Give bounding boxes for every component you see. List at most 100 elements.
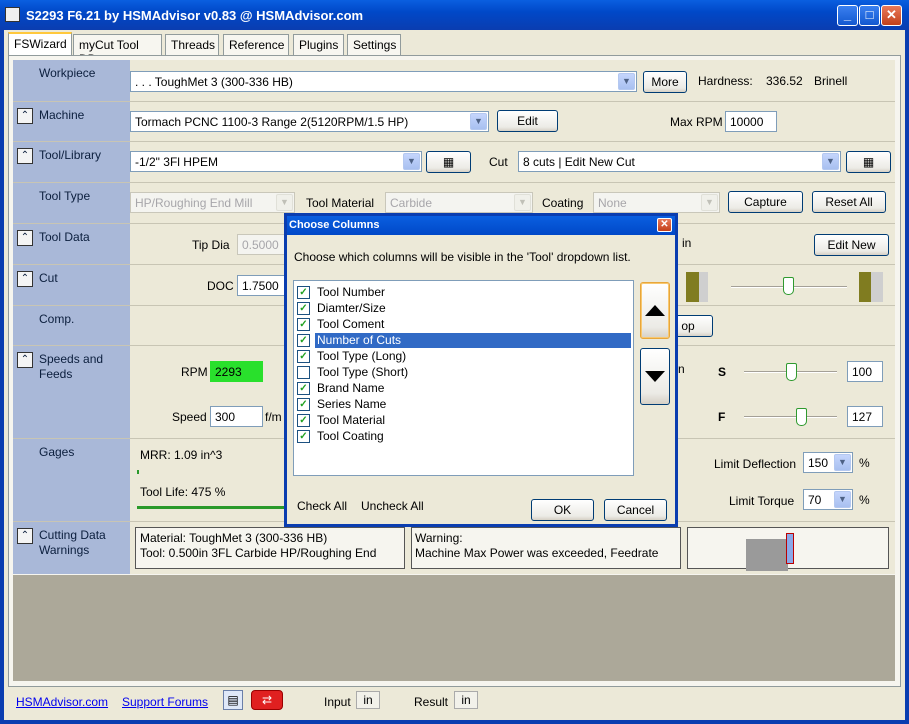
checkbox[interactable]: ✓ (297, 414, 310, 427)
collapse-icon[interactable]: ⌃ (17, 271, 33, 287)
swap-units-icon[interactable]: ⇄ (251, 690, 283, 710)
checkbox[interactable]: ✓ (297, 302, 310, 315)
tab-mycut-tool-db[interactable]: myCut Tool DB (73, 34, 162, 66)
collapse-icon[interactable]: ⌃ (17, 352, 33, 368)
minimize-button[interactable]: _ (837, 5, 858, 26)
move-up-button[interactable] (640, 282, 670, 339)
move-down-button[interactable] (640, 348, 670, 405)
tab-reference[interactable]: Reference (223, 34, 289, 55)
cut-select[interactable]: 8 cuts | Edit New Cut ▼ (518, 151, 841, 172)
tool-material-label: Tool Material (306, 196, 375, 210)
list-icon: ▦ (442, 155, 455, 169)
list-item[interactable]: ✓ Tool Coating (295, 428, 632, 444)
speeds-label: Speeds and Feeds (39, 352, 104, 381)
columns-list[interactable]: ✓ Tool Number ✓ Diamter/Size ✓ Tool Coment … (293, 280, 634, 476)
list-item[interactable]: ✓ Tool Type (Long) (295, 348, 632, 364)
tipdia-input[interactable]: 0.5000 (237, 234, 285, 255)
checkbox[interactable]: ✓ (297, 382, 310, 395)
checkbox[interactable]: ✓ (297, 430, 310, 443)
dialog-title: Choose Columns (289, 219, 380, 231)
speed-input[interactable]: 300 (210, 406, 263, 427)
row-workpiece: Workpiece . . . ToughMet 3 (300-336 HB) ▼… (13, 60, 895, 102)
list-item[interactable]: Tool Type (Short) (295, 364, 632, 380)
chevron-down-icon: ▼ (276, 194, 293, 211)
maxrpm-input[interactable]: 10000 (725, 111, 777, 132)
list-item[interactable]: ✓ Tool Coment (295, 316, 632, 332)
tool-columns-button[interactable]: ▦ (426, 151, 471, 173)
s-input[interactable]: 100 (847, 361, 883, 382)
checkbox[interactable]: ✓ (297, 286, 310, 299)
input-units-value[interactable]: in (356, 691, 380, 709)
tool-material-select[interactable]: Carbide ▼ (385, 192, 533, 213)
title-bar: S2293 F6.21 by HSMAdvisor v0.83 @ HSMAdv… (0, 0, 909, 30)
maxrpm-label: Max RPM (670, 115, 723, 129)
calculator-icon[interactable]: ▤ (223, 690, 243, 710)
speed-label: Speed (172, 410, 207, 424)
uncheck-all-link[interactable]: Uncheck All (361, 499, 424, 513)
list-item[interactable]: ✓ Diamter/Size (295, 300, 632, 316)
support-forums-link[interactable]: Support Forums (122, 695, 208, 709)
cut-row-label: Cut (39, 271, 58, 285)
checkbox[interactable]: ✓ (297, 350, 310, 363)
endmill-wide-icon (859, 272, 883, 302)
material-info-box: Material: ToughMet 3 (300-336 HB) Tool: … (135, 527, 405, 569)
checkbox[interactable] (297, 366, 310, 379)
maximize-button[interactable]: □ (859, 5, 880, 26)
warnings-label: Cutting Data Warnings (39, 528, 106, 557)
tab-plugins[interactable]: Plugins (293, 34, 344, 55)
chevron-down-icon: ▼ (822, 153, 839, 170)
edit-new-button[interactable]: Edit New (814, 234, 889, 256)
tool-select[interactable]: -1/2" 3Fl HPEM ▼ (130, 151, 422, 172)
chevron-down-icon: ▼ (514, 194, 531, 211)
s-slider-thumb[interactable] (786, 363, 797, 381)
cancel-button[interactable]: Cancel (604, 499, 667, 521)
reset-all-button[interactable]: Reset All (812, 191, 886, 213)
f-input[interactable]: 127 (847, 406, 883, 427)
machine-edit-button[interactable]: Edit (497, 110, 558, 132)
woc-slider-thumb[interactable] (783, 277, 794, 295)
more-button[interactable]: More (643, 71, 687, 93)
chevron-down-icon: ▼ (701, 194, 718, 211)
list-item[interactable]: ✓ Number of Cuts (295, 332, 632, 348)
tab-threads[interactable]: Threads (165, 34, 219, 55)
collapse-icon[interactable]: ⌃ (17, 108, 33, 124)
capture-button[interactable]: Capture (728, 191, 803, 213)
list-item[interactable]: ✓ Series Name (295, 396, 632, 412)
tab-fswizard[interactable]: FSWizard (8, 32, 72, 56)
warning-line: Machine Max Power was exceeded, Feedrate (415, 546, 659, 560)
warning-box: Warning: Machine Max Power was exceeded,… (411, 527, 681, 569)
doc-input[interactable]: 1.7500 (237, 275, 285, 296)
workpiece-select[interactable]: . . . ToughMet 3 (300-336 HB) ▼ (130, 71, 637, 92)
cut-columns-button[interactable]: ▦ (846, 151, 891, 173)
f-slider-thumb[interactable] (796, 408, 807, 426)
hardness-unit: Brinell (814, 74, 848, 88)
collapse-icon[interactable]: ⌃ (17, 230, 33, 246)
close-button[interactable]: ✕ (881, 5, 902, 26)
website-link[interactable]: HSMAdvisor.com (16, 695, 108, 709)
tooltype-select[interactable]: HP/Roughing End Mill ▼ (130, 192, 295, 213)
doc-label: DOC (207, 279, 234, 293)
collapse-icon[interactable]: ⌃ (17, 528, 33, 544)
rpm-input[interactable]: 2293 (210, 361, 263, 382)
row-machine: ⌃ Machine Tormach PCNC 1100-3 Range 2(512… (13, 102, 895, 142)
list-item[interactable]: ✓ Tool Number (295, 284, 632, 300)
checkbox[interactable]: ✓ (297, 398, 310, 411)
checkbox[interactable]: ✓ (297, 334, 310, 347)
dialog-close-button[interactable]: ✕ (657, 218, 672, 232)
coating-select[interactable]: None ▼ (593, 192, 720, 213)
result-units-value[interactable]: in (454, 691, 478, 709)
check-all-link[interactable]: Check All (297, 499, 347, 513)
tab-settings[interactable]: Settings (347, 34, 401, 55)
list-item[interactable]: ✓ Brand Name (295, 380, 632, 396)
list-item[interactable]: ✓ Tool Material (295, 412, 632, 428)
limit-torque-pct: % (859, 493, 870, 507)
limit-deflection-select[interactable]: 150 ▼ (803, 452, 853, 473)
machine-select[interactable]: Tormach PCNC 1100-3 Range 2(5120RPM/1.5 … (130, 111, 489, 132)
cut-preview-box (687, 527, 889, 571)
checkbox[interactable]: ✓ (297, 318, 310, 331)
limit-torque-select[interactable]: 70 ▼ (803, 489, 853, 510)
ok-button[interactable]: OK (531, 499, 594, 521)
collapse-icon[interactable]: ⌃ (17, 148, 33, 164)
chevron-down-icon: ▼ (470, 113, 487, 130)
limit-torque-label: Limit Torque (729, 494, 795, 508)
